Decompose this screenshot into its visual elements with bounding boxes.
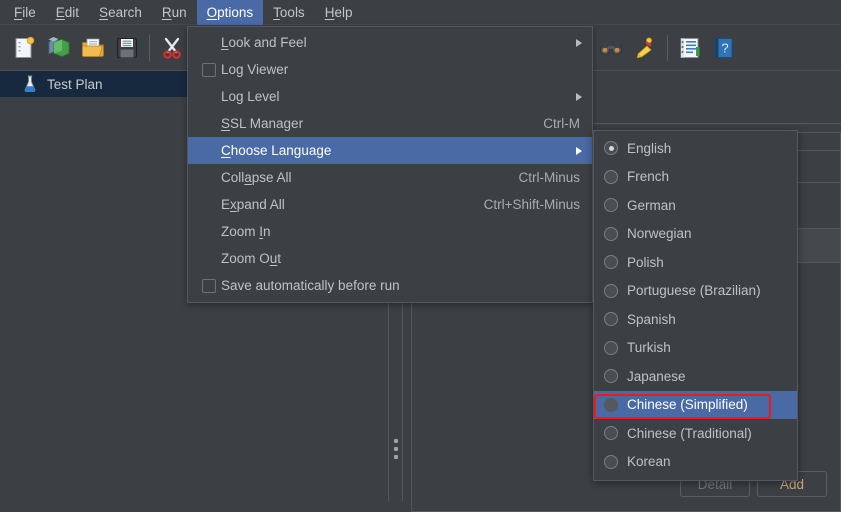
language-label: Norwegian [627, 226, 692, 242]
language-option-english[interactable]: English [594, 134, 797, 163]
radio-unselected-icon[interactable] [604, 198, 618, 213]
search-binoculars-icon[interactable] [594, 31, 628, 65]
language-option-japanese[interactable]: Japanese [594, 362, 797, 391]
menu-item-choose-language[interactable]: Choose Language [188, 137, 592, 164]
menu-item-label: SSL Manager [221, 116, 304, 131]
save-floppy-icon[interactable] [110, 31, 144, 65]
language-label: Polish [627, 254, 664, 270]
menu-item-zoom-out[interactable]: Zoom Out [188, 245, 592, 272]
language-option-chinese-traditional[interactable]: Chinese (Traditional) [594, 419, 797, 448]
menu-item-label: Log Level [221, 89, 280, 104]
language-label: French [627, 169, 670, 185]
clear-broom-icon[interactable] [628, 31, 662, 65]
help-book-icon[interactable]: ? [707, 31, 741, 65]
menu-item-zoom-in[interactable]: Zoom In [188, 218, 592, 245]
language-option-spanish[interactable]: Spanish [594, 305, 797, 334]
language-label: Turkish [627, 340, 671, 356]
language-label: Portuguese (Brazilian) [627, 283, 761, 299]
cut-scissors-icon[interactable] [155, 31, 189, 65]
language-option-german[interactable]: German [594, 191, 797, 220]
checkbox-unchecked-icon[interactable] [202, 62, 216, 77]
menu-item-label: Zoom In [221, 224, 271, 239]
menu-item-label: Zoom Out [221, 251, 282, 266]
test-plan-flask-icon [22, 75, 38, 93]
menu-item-look-and-feel[interactable]: Look and Feel [188, 29, 592, 56]
menu-item-ssl-manager[interactable]: SSL Manager Ctrl-M [188, 110, 592, 137]
menubar-item-file[interactable]: File [4, 0, 46, 25]
radio-unselected-icon[interactable] [604, 369, 618, 384]
menu-item-accelerator: Ctrl-M [543, 116, 580, 131]
menu-item-label: Expand All [221, 197, 285, 212]
menu-item-label: Collapse All [221, 170, 292, 185]
choose-language-submenu: English French German Norwegian Polish P… [593, 130, 798, 481]
menubar-item-tools[interactable]: Tools [263, 0, 315, 25]
menu-item-log-level[interactable]: Log Level [188, 83, 592, 110]
menu-item-expand-all[interactable]: Expand All Ctrl+Shift-Minus [188, 191, 592, 218]
radio-selected-icon[interactable] [604, 141, 618, 156]
radio-unselected-icon[interactable] [604, 454, 618, 469]
menu-item-log-viewer[interactable]: Log Viewer [188, 56, 592, 83]
chevron-right-icon [576, 146, 582, 155]
menu-item-accelerator: Ctrl-Minus [518, 170, 580, 185]
menu-item-label: Save automatically before run [221, 278, 400, 293]
menubar-item-search[interactable]: Search [89, 0, 152, 25]
tree-item-label: Test Plan [47, 76, 103, 92]
menu-item-label: Choose Language [221, 143, 332, 158]
radio-unselected-icon[interactable] [604, 426, 618, 441]
chevron-right-icon [576, 38, 582, 47]
menu-item-collapse-all[interactable]: Collapse All Ctrl-Minus [188, 164, 592, 191]
language-option-chinese-simplified[interactable]: Chinese (Simplified) [594, 390, 797, 419]
menubar-item-edit[interactable]: Edit [46, 0, 89, 25]
chevron-right-icon [576, 92, 582, 101]
radio-unselected-icon[interactable] [604, 312, 618, 327]
language-option-portuguese-brazilian[interactable]: Portuguese (Brazilian) [594, 277, 797, 306]
radio-unselected-icon[interactable] [604, 340, 618, 355]
radio-unselected-icon[interactable] [604, 283, 618, 298]
radio-unselected-icon[interactable] [604, 169, 618, 184]
menu-item-accelerator: Ctrl+Shift-Minus [483, 197, 580, 212]
language-label: Japanese [627, 368, 686, 384]
new-document-icon[interactable] [8, 31, 42, 65]
language-option-polish[interactable]: Polish [594, 248, 797, 277]
menu-bar: File Edit Search Run Options Tools Help [0, 0, 841, 25]
function-helper-icon[interactable] [673, 31, 707, 65]
language-label: Spanish [627, 311, 676, 327]
language-label: English [627, 140, 672, 156]
language-label: Chinese (Simplified) [627, 397, 748, 413]
options-dropdown-menu: Look and Feel Log Viewer Log Level SSL M… [187, 26, 593, 303]
language-option-norwegian[interactable]: Norwegian [594, 220, 797, 249]
menubar-item-help[interactable]: Help [315, 0, 363, 25]
open-templates-icon[interactable] [42, 31, 76, 65]
menu-item-save-automatically-before-run[interactable]: Save automatically before run [188, 272, 592, 299]
checkbox-unchecked-icon[interactable] [202, 278, 216, 293]
menubar-item-options[interactable]: Options [196, 0, 264, 25]
language-option-turkish[interactable]: Turkish [594, 334, 797, 363]
toolbar-separator [149, 34, 150, 61]
language-option-french[interactable]: French [594, 163, 797, 192]
language-label: German [627, 197, 676, 213]
radio-unselected-icon[interactable] [604, 226, 618, 241]
radio-unselected-icon[interactable] [604, 397, 618, 412]
language-label: Korean [627, 454, 671, 470]
radio-unselected-icon[interactable] [604, 255, 618, 270]
menubar-item-run[interactable]: Run [152, 0, 197, 25]
language-label: Chinese (Traditional) [627, 425, 752, 441]
splitter-grip-dots [394, 439, 398, 463]
menu-item-label: Look and Feel [221, 35, 307, 50]
menu-item-label: Log Viewer [221, 62, 289, 77]
application-window: Test Plan ? File Edit Search Run Options… [0, 0, 841, 512]
toolbar-separator [667, 35, 668, 61]
language-option-korean[interactable]: Korean [594, 448, 797, 477]
svg-text:?: ? [721, 41, 728, 56]
open-folder-icon[interactable] [76, 31, 110, 65]
toolbar-right-group: ? [594, 25, 741, 71]
